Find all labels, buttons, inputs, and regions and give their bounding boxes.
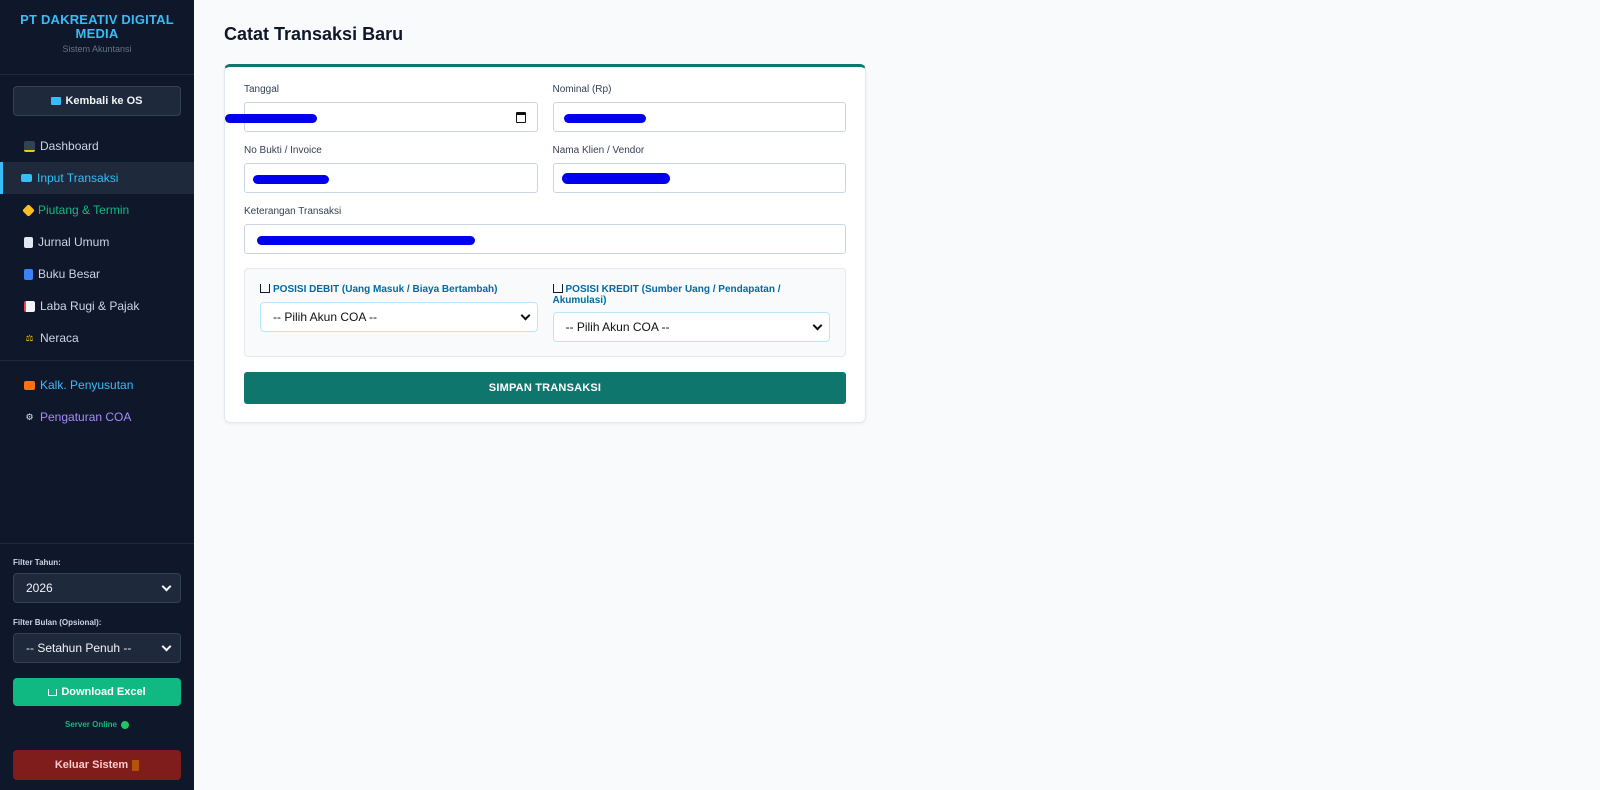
redaction-mark <box>257 236 475 245</box>
download-label: Download Excel <box>61 686 146 698</box>
filter-year-value: 2026 <box>26 581 53 595</box>
redaction-mark <box>225 114 317 123</box>
debit-label: POSISI DEBIT (Uang Masuk / Biaya Bertamb… <box>260 284 538 296</box>
sidebar-item-label: Jurnal Umum <box>38 235 110 249</box>
filter-year-label: Filter Tahun: <box>13 558 61 567</box>
filter-month-value: -- Setahun Penuh -- <box>26 641 132 655</box>
transaction-form-card: Tanggal Nominal (Rp) No Bukti / Invoice <box>224 64 866 423</box>
server-status-label: Server Online <box>64 720 118 729</box>
nominal-input[interactable] <box>552 102 846 132</box>
sidebar-item-label: Neraca <box>40 331 79 345</box>
nominal-label: Nominal (Rp) <box>552 84 612 95</box>
sidebar-item-label: Pengaturan COA <box>40 410 132 424</box>
chevron-down-icon <box>161 581 172 591</box>
sidebar-item-pengaturan-coa[interactable]: ⚙ Pengaturan COA <box>0 401 194 433</box>
sidebar-item-label: Kalk. Penyusutan <box>40 378 134 392</box>
book-icon <box>24 268 33 280</box>
tag-icon <box>22 203 35 217</box>
trend-icon <box>24 300 35 312</box>
outbox-icon <box>552 284 563 293</box>
filter-year-select[interactable]: 2026 <box>13 573 181 603</box>
klien-label: Nama Klien / Vendor <box>552 145 645 156</box>
debit-account-select[interactable]: -- Pilih Akun COA -- <box>260 302 538 332</box>
card-icon <box>21 174 32 182</box>
brand-subtitle: Sistem Akuntansi <box>62 44 132 54</box>
bukti-label: No Bukti / Invoice <box>244 145 322 156</box>
brand-title: PT DAKREATIV DIGITAL MEDIA <box>20 12 174 41</box>
chart-icon <box>24 140 35 152</box>
logout-button[interactable]: Keluar Sistem <box>13 750 181 780</box>
logout-label: Keluar Sistem <box>54 759 129 771</box>
sidebar: PT DAKREATIV DIGITAL MEDIA Sistem Akunta… <box>0 0 194 790</box>
status-dot-icon <box>121 720 130 729</box>
main-content: Catat Transaksi Baru Tanggal Nominal (Rp… <box>194 0 1600 790</box>
tanggal-label: Tanggal <box>244 84 280 95</box>
sidebar-bottom: Filter Tahun: 2026 Filter Bulan (Opsiona… <box>0 543 194 790</box>
abacus-icon <box>24 380 35 390</box>
debit-account-value: -- Pilih Akun COA -- <box>273 310 378 324</box>
sidebar-item-label: Laba Rugi & Pajak <box>40 299 140 313</box>
sidebar-item-kalk-penyusutan[interactable]: Kalk. Penyusutan <box>0 369 194 401</box>
sidebar-item-label: Input Transaksi <box>37 171 119 185</box>
keterangan-label: Keterangan Transaksi <box>244 206 342 217</box>
sidebar-item-input-transaksi[interactable]: Input Transaksi <box>0 162 194 194</box>
gear-icon: ⚙ <box>25 411 34 422</box>
door-icon <box>132 759 140 771</box>
server-status: Server Online <box>13 720 181 729</box>
chevron-down-icon <box>812 320 823 330</box>
redaction-mark <box>561 173 670 184</box>
save-transaction-button[interactable]: SIMPAN TRANSAKSI <box>244 372 846 404</box>
card-icon <box>51 97 62 105</box>
sidebar-item-label: Dashboard <box>40 139 99 153</box>
keterangan-input[interactable] <box>244 224 846 254</box>
back-button-label: Kembali ke OS <box>65 95 143 107</box>
redaction-mark <box>253 175 329 184</box>
filter-month-label: Filter Bulan (Opsional): <box>13 618 102 627</box>
kredit-account-value: -- Pilih Akun COA -- <box>565 320 670 334</box>
sidebar-item-buku-besar[interactable]: Buku Besar <box>0 258 194 290</box>
page-title: Catat Transaksi Baru <box>224 24 404 44</box>
klien-input[interactable] <box>552 163 846 193</box>
sidebar-item-label: Buku Besar <box>38 267 101 281</box>
kredit-label: POSISI KREDIT (Sumber Uang / Pendapatan … <box>552 284 831 306</box>
kredit-label-text: POSISI KREDIT (Sumber Uang / Pendapatan … <box>552 284 781 306</box>
nav-divider <box>0 360 194 361</box>
posisi-panel: POSISI DEBIT (Uang Masuk / Biaya Bertamb… <box>244 268 846 357</box>
brand: PT DAKREATIV DIGITAL MEDIA Sistem Akunta… <box>0 0 194 75</box>
inbox-icon <box>260 284 270 293</box>
sidebar-item-label: Piutang & Termin <box>38 203 130 217</box>
chevron-down-icon <box>161 641 172 651</box>
sidebar-item-jurnal-umum[interactable]: Jurnal Umum <box>0 226 194 258</box>
bukti-input[interactable] <box>244 163 538 193</box>
sidebar-item-piutang[interactable]: Piutang & Termin <box>0 194 194 226</box>
filter-month-select[interactable]: -- Setahun Penuh -- <box>13 633 181 663</box>
tanggal-input[interactable] <box>225 102 538 132</box>
sidebar-item-laba-rugi[interactable]: Laba Rugi & Pajak <box>0 290 194 322</box>
chevron-down-icon <box>520 310 530 320</box>
sidebar-item-neraca[interactable]: ⚖ Neraca <box>0 322 194 354</box>
kredit-account-select[interactable]: -- Pilih Akun COA -- <box>552 312 830 342</box>
download-excel-button[interactable]: Download Excel <box>13 678 181 706</box>
download-icon <box>48 688 58 696</box>
sidebar-nav: Dashboard Input Transaksi Piutang & Term… <box>0 130 194 354</box>
sidebar-item-dashboard[interactable]: Dashboard <box>0 130 194 162</box>
ledger-icon <box>24 236 33 248</box>
scale-icon: ⚖ <box>25 332 34 343</box>
back-to-os-button[interactable]: Kembali ke OS <box>13 86 181 116</box>
calendar-icon[interactable] <box>515 112 526 123</box>
redaction-mark <box>563 114 646 123</box>
sidebar-tools-nav: Kalk. Penyusutan ⚙ Pengaturan COA <box>0 369 194 433</box>
debit-label-text: POSISI DEBIT (Uang Masuk / Biaya Bertamb… <box>273 284 498 295</box>
